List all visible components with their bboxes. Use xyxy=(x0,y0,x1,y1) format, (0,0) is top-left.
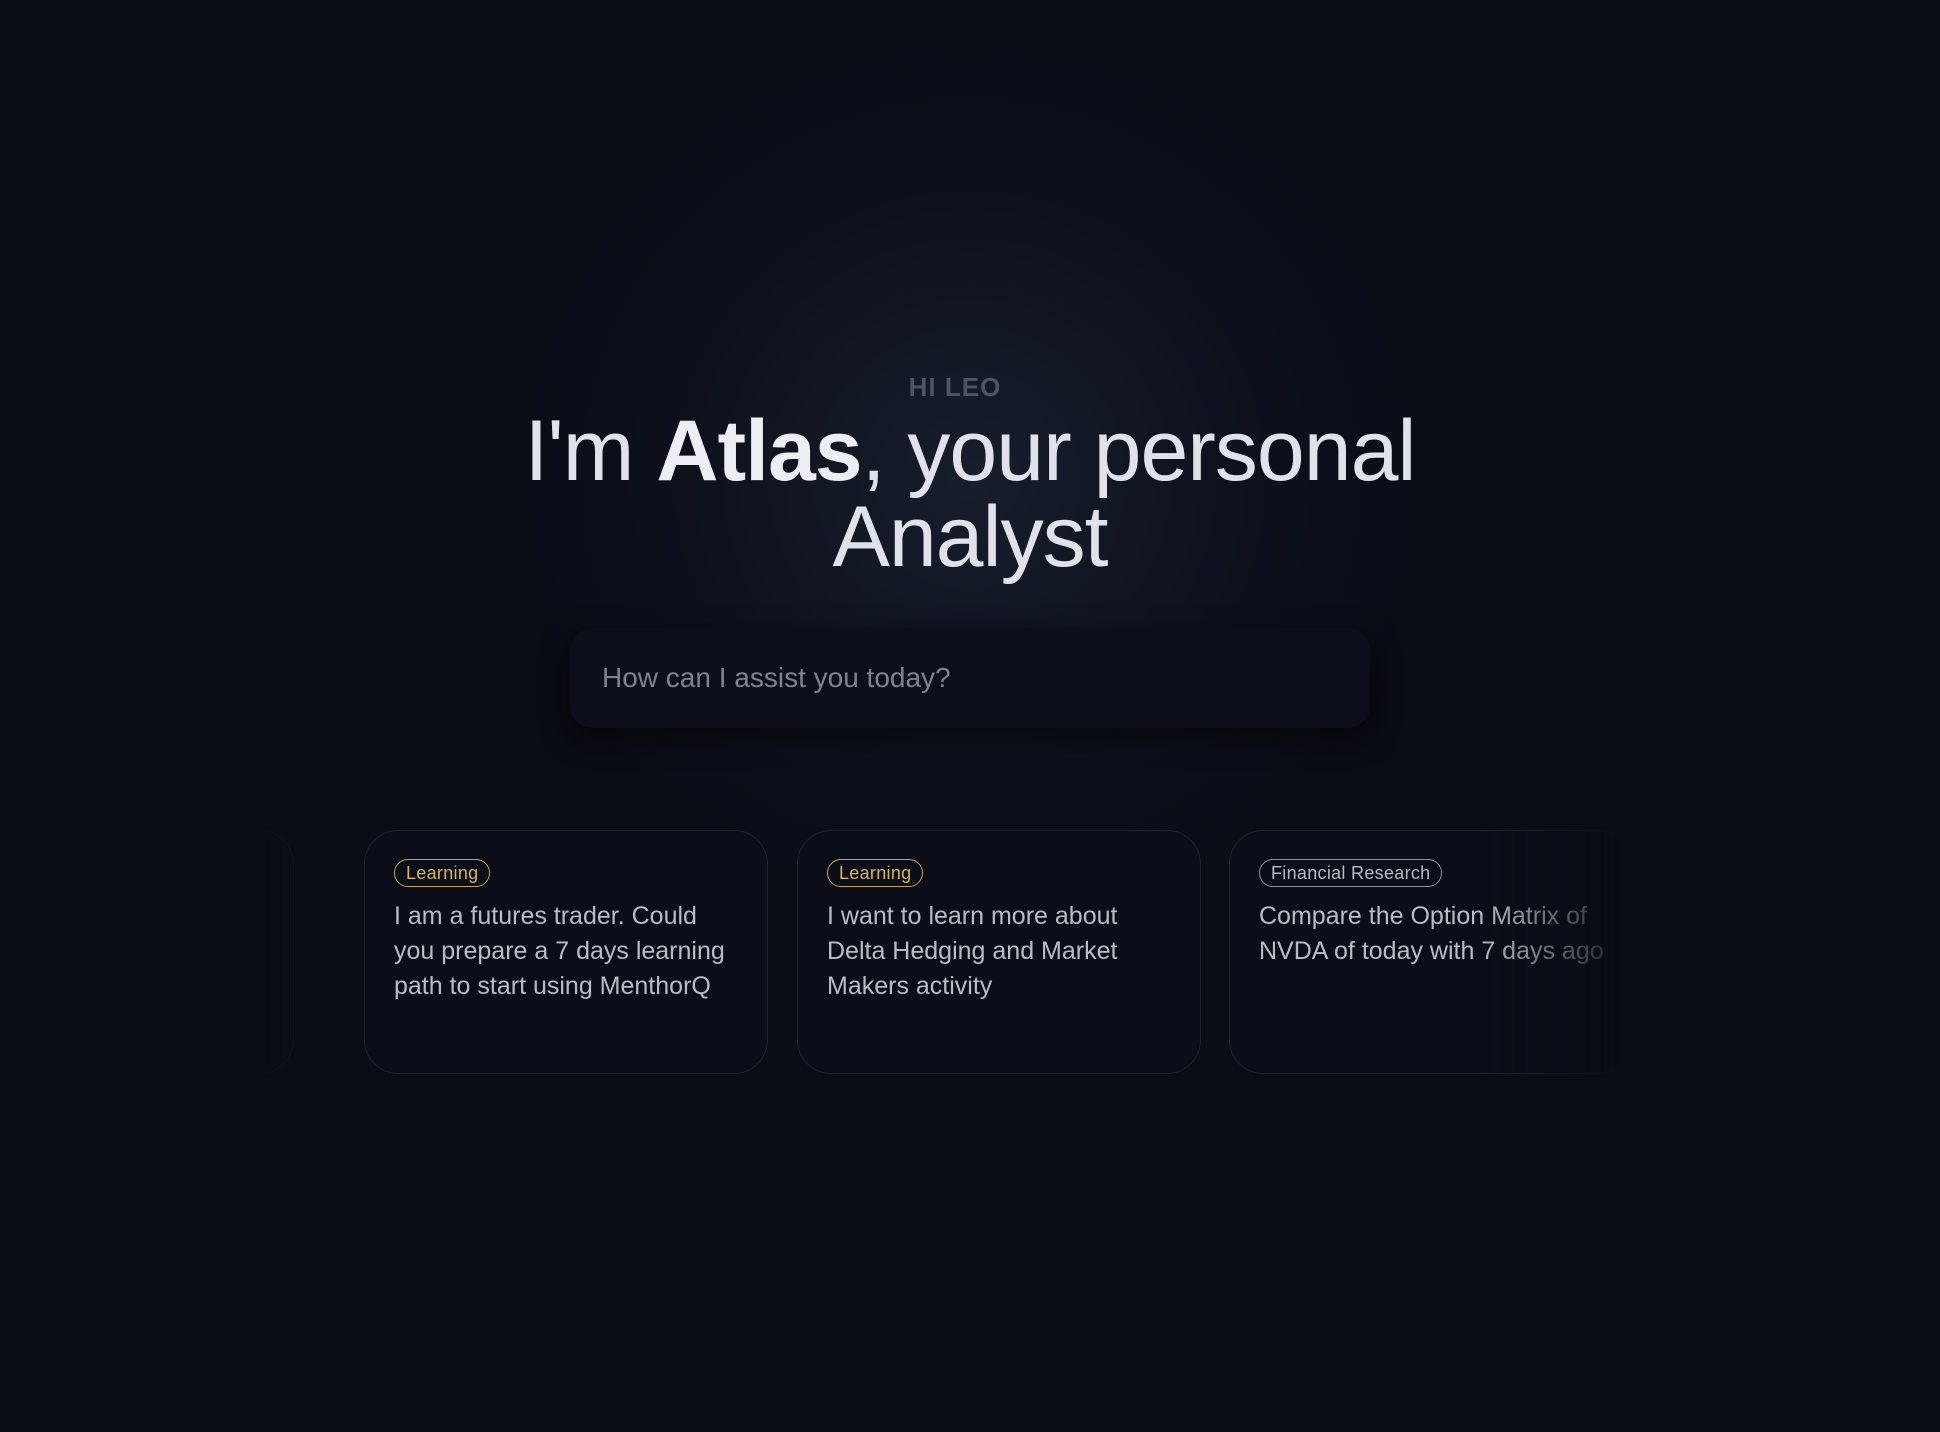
title-prefix: I'm xyxy=(524,403,657,499)
category-tag: Financial Research xyxy=(1259,859,1443,887)
suggestion-carousel[interactable]: w Learning I am a futures trader. Could … xyxy=(140,830,1633,1075)
title-suffix: , your personal Analyst xyxy=(832,403,1416,585)
suggestion-text: I want to learn more about Delta Hedging… xyxy=(827,902,1118,1000)
suggestion-card-partial-text: w xyxy=(165,901,181,926)
suggestion-card[interactable]: Learning I am a futures trader. Could yo… xyxy=(364,830,768,1074)
suggestion-card[interactable]: Learning I want to learn more about Delt… xyxy=(797,830,1201,1074)
page-title: I'm Atlas, your personal Analyst xyxy=(470,408,1470,580)
suggestion-card-partial[interactable]: w xyxy=(140,830,294,1074)
assistant-name: Atlas xyxy=(656,403,862,499)
prompt-box[interactable] xyxy=(570,628,1370,728)
category-tag: Learning xyxy=(394,859,491,887)
prompt-input[interactable] xyxy=(600,661,1340,695)
suggestion-text: I am a futures trader. Could you prepare… xyxy=(394,902,725,1000)
suggestion-text: Compare the Option Matrix of NVDA of tod… xyxy=(1259,902,1604,965)
suggestion-card[interactable]: Financial Research Compare the Option Ma… xyxy=(1229,830,1633,1074)
category-tag: Learning xyxy=(827,859,924,887)
user-greeting: HI LEO xyxy=(908,372,1002,402)
